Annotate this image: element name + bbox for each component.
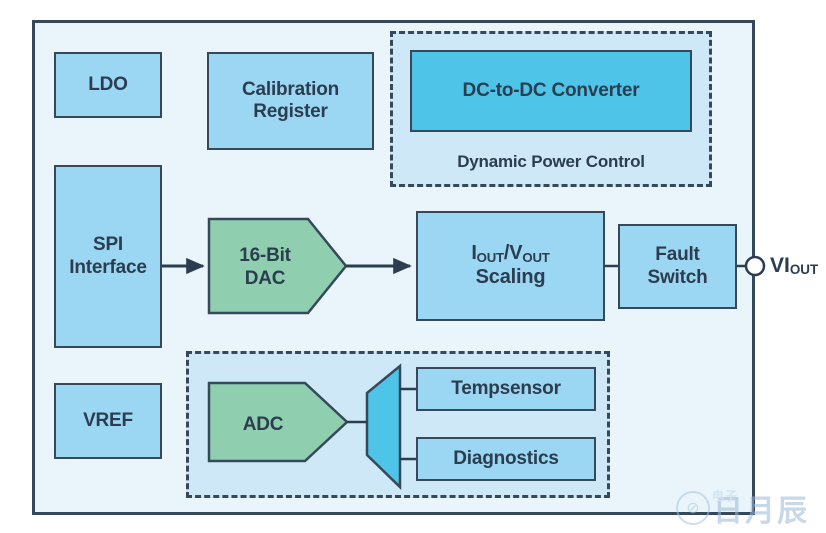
block-spi-interface[interactable]: SPI Interface (54, 165, 162, 348)
block-fault-switch-label: Fault Switch (647, 244, 708, 288)
block-diagnostics-label: Diagnostics (453, 447, 559, 469)
block-ldo-label: LDO (88, 73, 128, 95)
block-calibration-register[interactable]: Calibration Register (207, 52, 374, 150)
block-fault-switch[interactable]: Fault Switch (618, 224, 737, 309)
group-dynamic-power-control-caption: Dynamic Power Control (457, 152, 645, 171)
diagram-canvas: Dynamic Power Control LDO Calibration Re… (0, 0, 826, 533)
pin-viout[interactable] (744, 255, 766, 277)
pin-viout-label: VIOUT (770, 254, 819, 278)
block-dc-to-dc-converter[interactable]: DC-to-DC Converter (410, 50, 692, 132)
block-dc-to-dc-converter-label: DC-to-DC Converter (462, 79, 640, 101)
block-calibration-register-label: Calibration Register (241, 78, 340, 122)
block-16bit-dac-label-line2: DAC (245, 268, 286, 289)
block-adc-label: ADC (243, 414, 284, 435)
block-iout-vout-scaling[interactable]: IOUT/VOUT Scaling (416, 211, 605, 321)
block-tempsensor[interactable]: Tempsensor (416, 367, 596, 411)
block-iout-vout-scaling-label: IOUT/VOUT Scaling (471, 242, 550, 288)
block-16bit-dac-label-line1: 16-Bit (239, 245, 291, 266)
block-tempsensor-label: Tempsensor (451, 377, 561, 399)
block-spi-interface-label: SPI Interface (69, 234, 147, 278)
block-vref[interactable]: VREF (54, 383, 162, 459)
block-diagnostics[interactable]: Diagnostics (416, 437, 596, 481)
block-ldo[interactable]: LDO (54, 52, 162, 118)
block-vref-label: VREF (83, 409, 133, 431)
